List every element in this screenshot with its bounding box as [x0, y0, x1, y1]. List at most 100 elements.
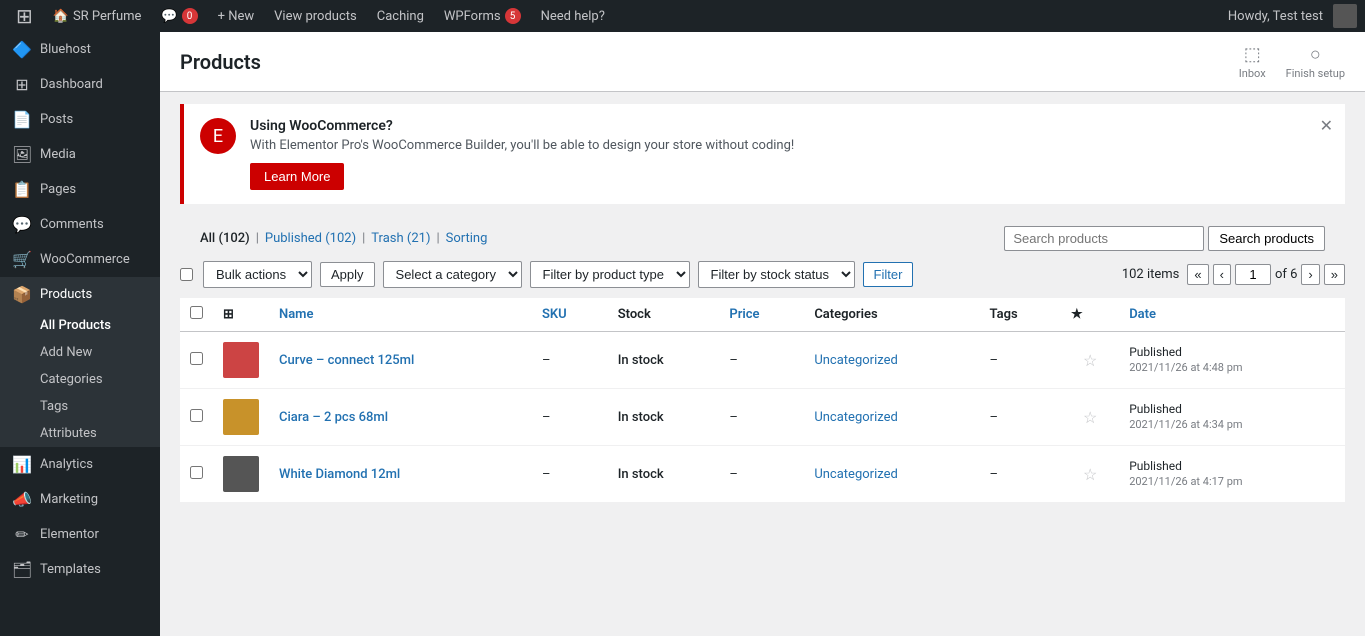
product-name-link[interactable]: White Diamond 12ml	[279, 467, 400, 482]
sidebar-sub-all-products[interactable]: All Products	[0, 312, 160, 339]
featured-star-icon[interactable]: ☆	[1083, 351, 1097, 370]
new-link[interactable]: + New	[210, 0, 263, 32]
sidebar-item-bluehost[interactable]: 🔷 Bluehost	[0, 32, 160, 67]
comments-badge: 0	[182, 8, 198, 24]
view-products-link[interactable]: View products	[266, 0, 365, 32]
first-page-button[interactable]: «	[1187, 264, 1208, 285]
category-select[interactable]: Select a category	[383, 261, 522, 288]
page-number-input[interactable]	[1235, 264, 1271, 285]
sidebar-item-products[interactable]: 📦 Products	[0, 277, 160, 312]
product-categories[interactable]: Uncategorized	[804, 389, 979, 446]
sidebar-item-templates[interactable]: 🗂 Templates	[0, 552, 160, 587]
inbox-action[interactable]: ⬚ Inbox	[1239, 44, 1266, 80]
filter-tab-trash[interactable]: Trash (21)	[371, 231, 430, 246]
sidebar-item-marketing[interactable]: 📣 Marketing	[0, 482, 160, 517]
caching-label: Caching	[377, 9, 424, 24]
sidebar-item-analytics[interactable]: 📊 Analytics	[0, 447, 160, 482]
sidebar-sub-categories[interactable]: Categories	[0, 366, 160, 393]
sidebar-sub-attributes[interactable]: Attributes	[0, 420, 160, 447]
wp-logo-icon: ⊞	[16, 4, 33, 28]
sidebar-item-label: Bluehost	[40, 42, 91, 57]
action-bar: Bulk actions Apply Select a category Fil…	[180, 261, 1345, 288]
page-title: Products	[180, 50, 261, 74]
caching-link[interactable]: Caching	[369, 0, 432, 32]
product-name-link[interactable]: Ciara – 2 pcs 68ml	[279, 410, 388, 425]
layout: 🔷 Bluehost ⊞ Dashboard 📄 Posts 🖼 Media 📋…	[0, 32, 1365, 636]
th-tags: Tags	[980, 298, 1062, 332]
prev-page-button[interactable]: ‹	[1213, 264, 1231, 285]
wpforms-badge: 5	[505, 8, 521, 24]
products-submenu: All Products Add New Categories Tags Att…	[0, 312, 160, 447]
wp-logo-link[interactable]: ⊞	[8, 0, 41, 32]
product-thumbnail	[223, 399, 259, 435]
row-checkbox[interactable]	[190, 409, 203, 422]
sidebar-item-pages[interactable]: 📋 Pages	[0, 172, 160, 207]
th-name[interactable]: Name	[269, 298, 532, 332]
th-sku[interactable]: SKU	[532, 298, 608, 332]
th-categories: Categories	[804, 298, 979, 332]
th-date[interactable]: Date	[1119, 298, 1345, 332]
sidebar-item-elementor[interactable]: ✏ Elementor	[0, 517, 160, 552]
featured-star-icon[interactable]: ☆	[1083, 408, 1097, 427]
finish-setup-action[interactable]: ○ Finish setup	[1286, 44, 1345, 80]
user-avatar[interactable]	[1333, 4, 1357, 28]
sidebar-item-woocommerce[interactable]: 🛒 WooCommerce	[0, 242, 160, 277]
woocommerce-icon: 🛒	[12, 250, 32, 269]
filter-button[interactable]: Filter	[863, 262, 914, 287]
sidebar-item-label: Dashboard	[40, 77, 103, 92]
sidebar-sub-add-new[interactable]: Add New	[0, 339, 160, 366]
search-button[interactable]: Search products	[1208, 226, 1325, 251]
table-row: White Diamond 12ml – In stock – Uncatego…	[180, 446, 1345, 503]
pagination: « ‹ of 6 › »	[1187, 264, 1345, 285]
table-row: Ciara – 2 pcs 68ml – In stock – Uncatego…	[180, 389, 1345, 446]
site-name: SR Perfume	[73, 9, 141, 24]
promo-icon: E	[200, 118, 236, 154]
th-price[interactable]: Price	[719, 298, 804, 332]
th-featured: ★	[1061, 298, 1119, 332]
bulk-actions-select[interactable]: Bulk actions	[203, 261, 312, 288]
sidebar-sub-tags[interactable]: Tags	[0, 393, 160, 420]
product-thumbnail	[223, 342, 259, 378]
thead-select-all[interactable]	[190, 306, 203, 319]
comments-link[interactable]: 💬 0	[153, 0, 205, 32]
sidebar-item-comments[interactable]: 💬 Comments	[0, 207, 160, 242]
need-help-link[interactable]: Need help?	[533, 0, 613, 32]
table-row: Curve – connect 125ml – In stock – Uncat…	[180, 332, 1345, 389]
filter-tabs: All (102) | Published (102) | Trash (21)…	[200, 231, 487, 246]
media-icon: 🖼	[12, 145, 32, 164]
promo-close-button[interactable]: ✕	[1320, 116, 1333, 136]
inbox-label: Inbox	[1239, 67, 1266, 80]
posts-icon: 📄	[12, 110, 32, 129]
sidebar-item-posts[interactable]: 📄 Posts	[0, 102, 160, 137]
row-checkbox[interactable]	[190, 352, 203, 365]
site-name-link[interactable]: 🏠 SR Perfume	[45, 0, 150, 32]
promo-title: Using WooCommerce?	[250, 118, 1329, 134]
filter-tab-sorting[interactable]: Sorting	[446, 231, 488, 246]
row-checkbox[interactable]	[190, 466, 203, 479]
sidebar-item-label: Marketing	[40, 492, 98, 507]
next-page-button[interactable]: ›	[1301, 264, 1319, 285]
learn-more-button[interactable]: Learn More	[250, 163, 344, 190]
product-name-link[interactable]: Curve – connect 125ml	[279, 353, 414, 368]
product-tags: –	[980, 446, 1062, 503]
wpforms-link[interactable]: WPForms 5	[436, 0, 529, 32]
product-categories[interactable]: Uncategorized	[804, 332, 979, 389]
need-help-label: Need help?	[541, 9, 605, 24]
product-categories[interactable]: Uncategorized	[804, 446, 979, 503]
filter-tab-all[interactable]: All (102)	[200, 231, 250, 246]
product-type-select[interactable]: Filter by product type	[530, 261, 690, 288]
sidebar-item-label: Media	[40, 147, 76, 162]
search-input[interactable]	[1004, 226, 1204, 251]
sidebar-item-label: WooCommerce	[40, 252, 130, 267]
filter-tab-published[interactable]: Published (102)	[265, 231, 356, 246]
featured-star-icon[interactable]: ☆	[1083, 465, 1097, 484]
stock-status-select[interactable]: Filter by stock status	[698, 261, 855, 288]
select-all-checkbox[interactable]	[180, 268, 193, 281]
howdy-text: Howdy, Test test	[1228, 9, 1323, 24]
sidebar-item-media[interactable]: 🖼 Media	[0, 137, 160, 172]
sidebar-item-dashboard[interactable]: ⊞ Dashboard	[0, 67, 160, 102]
apply-button[interactable]: Apply	[320, 262, 375, 287]
templates-icon: 🗂	[12, 560, 32, 579]
last-page-button[interactable]: »	[1324, 264, 1345, 285]
dashboard-icon: ⊞	[12, 75, 32, 94]
